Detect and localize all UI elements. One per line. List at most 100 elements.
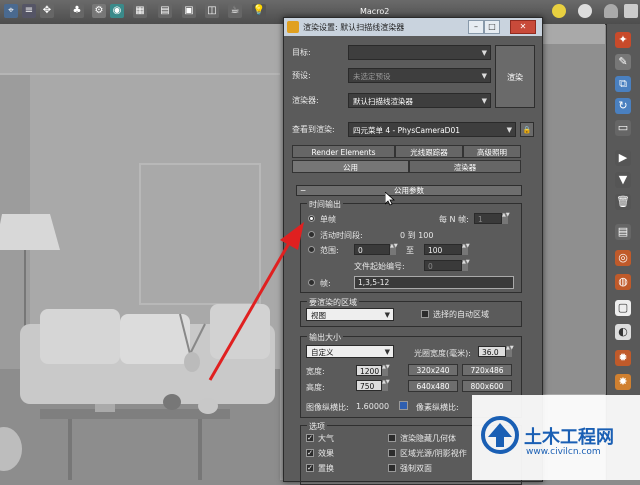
spinner-icon[interactable]: ▲▼ <box>462 260 470 271</box>
move-icon[interactable]: ✥ <box>40 4 54 18</box>
sphere-white-icon[interactable] <box>578 4 592 18</box>
light-icon-2[interactable]: ◍ <box>615 274 631 290</box>
range-to-field[interactable]: 100 <box>424 244 462 255</box>
output-size-title: 输出大小 <box>307 332 343 343</box>
material-icon[interactable]: ◉ <box>110 4 124 18</box>
display-icon[interactable]: ▭ <box>615 120 631 136</box>
spinner-icon[interactable]: ▲▼ <box>382 380 390 391</box>
spinner-icon[interactable]: ▲▼ <box>390 244 398 255</box>
lamp-icon[interactable] <box>624 4 638 18</box>
minimize-icon[interactable]: – <box>468 20 484 34</box>
light-icon[interactable]: 💡 <box>252 4 266 18</box>
tab-advanced-lighting[interactable]: 高级照明 <box>463 145 521 158</box>
common-parameters-rollout[interactable]: − 公用参数 <box>296 185 522 196</box>
atmosphere-label: 大气 <box>318 434 334 443</box>
modify-icon[interactable]: ✎ <box>615 54 631 70</box>
dialog-titlebar[interactable]: 渲染设置: 默认扫描线渲染器 – □ ✕ <box>284 18 542 36</box>
render-button[interactable]: 渲染 <box>495 45 535 108</box>
teapot-icon[interactable]: ☕ <box>228 4 242 18</box>
watermark-name: 土木工程网 <box>524 427 614 448</box>
tab-render-elements[interactable]: Render Elements <box>292 145 395 158</box>
chevron-down-icon: ▼ <box>506 126 512 134</box>
trash-icon[interactable]: 🗑 <box>615 194 631 210</box>
every-n-field[interactable]: 1 <box>474 213 502 224</box>
chevron-down-icon: ▼ <box>481 49 487 57</box>
hierarchy-icon[interactable]: ⧉ <box>615 76 631 92</box>
dome-icon[interactable] <box>604 4 618 18</box>
preset-dropdown[interactable]: 未选定预设 ▼ <box>348 68 491 83</box>
spinner-icon[interactable]: ▲▼ <box>502 213 510 224</box>
render-hidden-label: 渲染隐藏几何体 <box>400 434 456 443</box>
area-lights-label: 区域光源/阴影视作 <box>400 449 467 458</box>
view-to-render-dropdown[interactable]: 四元菜单 4 - PhysCameraD01 ▼ <box>348 122 516 137</box>
effects-icon[interactable]: ✸ <box>615 374 631 390</box>
spinner-icon[interactable]: ▲▼ <box>382 365 390 376</box>
maximize-icon[interactable]: □ <box>484 20 500 34</box>
atmosphere-checkbox[interactable]: ✓ <box>306 434 314 442</box>
preset-720x486-button[interactable]: 720x486 <box>462 364 512 376</box>
range-from-field[interactable]: 0 <box>354 244 390 255</box>
watermark-emblem-icon <box>481 416 519 454</box>
play-icon[interactable]: ▶ <box>615 150 631 166</box>
displacement-checkbox[interactable]: ✓ <box>306 464 314 472</box>
output-preset-dropdown[interactable]: 自定义 ▼ <box>306 345 394 358</box>
tree-icon[interactable]: ♣ <box>70 4 84 18</box>
file-start-field[interactable]: 0 <box>424 260 462 271</box>
width-field[interactable]: 1200 <box>356 365 382 376</box>
preset-640x480-button[interactable]: 640x480 <box>408 380 458 392</box>
options-title: 选项 <box>307 421 327 432</box>
render-setup-icon[interactable]: ▢ <box>615 300 631 316</box>
image-aspect-label: 图像纵横比: <box>306 403 349 412</box>
chevron-down-icon: ▼ <box>481 97 487 105</box>
create-icon[interactable]: ✦ <box>615 32 631 48</box>
spinner-icon[interactable]: ▲▼ <box>462 244 470 255</box>
close-icon[interactable]: ✕ <box>510 20 536 34</box>
layer-icon[interactable]: ▤ <box>158 4 172 18</box>
file-start-label: 文件起始编号: <box>354 262 405 271</box>
down-icon[interactable]: ▼ <box>615 172 631 188</box>
area-dropdown[interactable]: 视图 ▼ <box>306 308 394 321</box>
force-2sided-checkbox[interactable] <box>388 464 396 472</box>
render-hidden-checkbox[interactable] <box>388 434 396 442</box>
image-aspect-value: 1.60000 <box>356 402 390 411</box>
area-lights-checkbox[interactable] <box>388 449 396 457</box>
single-label: 单帧 <box>320 215 336 224</box>
camera-icon[interactable]: ◎ <box>615 250 631 266</box>
target-dropdown[interactable]: ▼ <box>348 45 491 60</box>
view-to-render-label: 查看到渲染: <box>292 125 335 134</box>
render-icon[interactable]: ◫ <box>205 4 219 18</box>
render-frame-icon[interactable]: ▣ <box>182 4 196 18</box>
height-field[interactable]: 750 <box>356 380 382 391</box>
auto-region-checkbox[interactable] <box>421 310 429 318</box>
preset-800x600-button[interactable]: 800x600 <box>462 380 512 392</box>
environment-icon[interactable]: ✹ <box>615 350 631 366</box>
renderer-dropdown[interactable]: 默认扫描线渲染器 ▼ <box>348 93 491 108</box>
list-icon-2[interactable]: ▤ <box>615 224 631 240</box>
material-editor-icon[interactable]: ◐ <box>615 324 631 340</box>
lock-icon[interactable]: 🔒 <box>520 122 534 137</box>
range-to-label: 至 <box>406 246 414 255</box>
effects-checkbox[interactable]: ✓ <box>306 449 314 457</box>
aperture-label: 光圈宽度(毫米): <box>414 349 471 358</box>
renderer-label: 渲染器: <box>292 96 319 105</box>
tab-common[interactable]: 公用 <box>292 160 409 173</box>
list-icon[interactable]: ≡ <box>22 4 36 18</box>
gear-icon[interactable]: ⚙ <box>92 4 106 18</box>
frames-field[interactable]: 1,3,5-12 <box>354 276 514 289</box>
view-icon[interactable]: ▦ <box>133 4 147 18</box>
every-n-label: 每 N 帧: <box>439 215 469 224</box>
preset-320x240-button[interactable]: 320x240 <box>408 364 458 376</box>
tab-raytracer[interactable]: 光线跟踪器 <box>395 145 463 158</box>
active-range-text: 0 到 100 <box>400 231 434 240</box>
force-2sided-label: 强制双面 <box>400 464 432 473</box>
chevron-down-icon: ▼ <box>481 72 487 80</box>
macro-label[interactable]: Macro2 <box>360 7 389 16</box>
select-icon[interactable]: ⌖ <box>4 4 18 18</box>
spinner-icon[interactable]: ▲▼ <box>506 346 514 357</box>
sphere-yellow-icon[interactable] <box>552 4 566 18</box>
motion-icon[interactable]: ↻ <box>615 98 631 114</box>
pixel-aspect-label: 像素纵横比: <box>416 403 459 412</box>
lock-aspect-icon[interactable] <box>399 401 408 410</box>
tab-renderer[interactable]: 渲染器 <box>409 160 521 173</box>
aperture-field[interactable]: 36.0 <box>478 346 506 357</box>
